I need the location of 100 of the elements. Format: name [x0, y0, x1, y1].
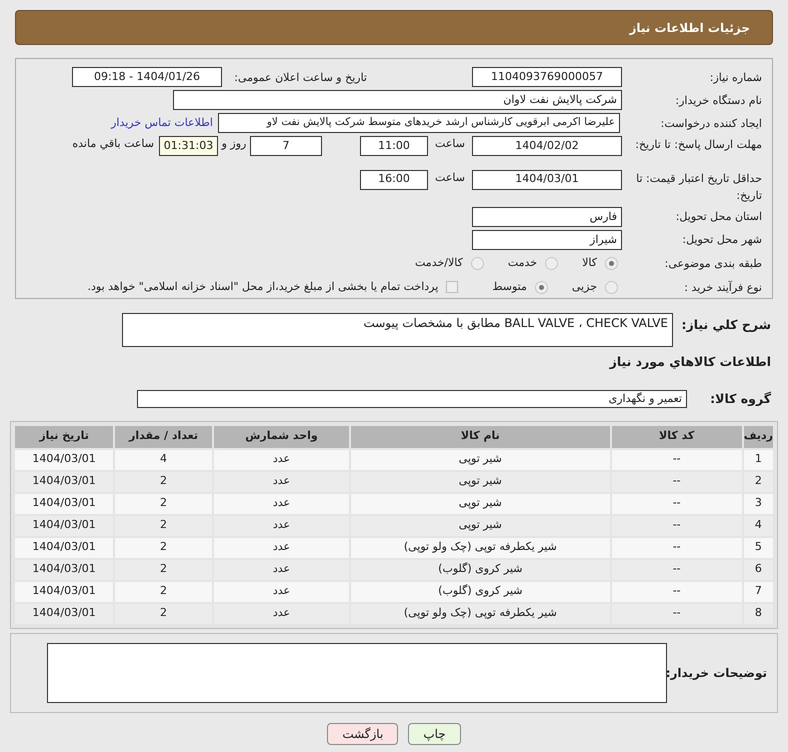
- table-cell: --: [612, 494, 742, 514]
- field-label: شهر محل تحویل:: [681, 232, 762, 248]
- radio-label: خدمت: [508, 255, 538, 272]
- radio-label: کالا: [582, 255, 597, 272]
- table-cell: عدد: [214, 582, 350, 602]
- table-cell: 8: [744, 604, 773, 624]
- table-cell: --: [612, 538, 742, 558]
- buyer-contact-link[interactable]: اطلاعات تماس خریدار: [111, 114, 213, 132]
- checkbox-label: پرداخت تمام یا بخشی از مبلغ خرید،از محل "اسناد خزانه اسلامی" خواهد بود.: [88, 279, 438, 296]
- table-cell: 2: [115, 538, 212, 558]
- table-cell: شیر توپی: [351, 472, 610, 492]
- table-cell: شیر توپی: [351, 494, 610, 514]
- radio-button[interactable]: [545, 256, 558, 270]
- table-cell: 1404/03/01: [15, 450, 114, 470]
- table-cell: شیر یکطرفه توپی (چک ولو توپی): [351, 604, 610, 624]
- field-label: ایجاد کننده درخواست:: [660, 116, 762, 132]
- table-cell: --: [612, 560, 742, 580]
- table-cell: --: [612, 472, 742, 492]
- field-label: ساعت باقي مانده: [72, 136, 154, 152]
- field-label: توضیحات خریدار:: [667, 664, 767, 682]
- field-label: ساعت: [434, 136, 466, 152]
- print-button[interactable]: چاپ: [408, 722, 461, 744]
- column-header: تعداد / مقدار: [115, 426, 212, 448]
- column-header: نام کالا: [351, 426, 610, 448]
- table-cell: شیر یکطرفه توپی (چک ولو توپی): [351, 538, 610, 558]
- text-field[interactable]: شیراز: [472, 230, 622, 250]
- column-header: تاریخ نیاز: [15, 426, 114, 448]
- table-cell: 1404/03/01: [15, 472, 114, 492]
- table-cell: عدد: [214, 538, 350, 558]
- table-cell: 1404/03/01: [15, 516, 114, 536]
- radio-label: جزیی: [572, 279, 597, 296]
- table-cell: 7: [744, 582, 773, 602]
- table-cell: 2: [115, 472, 212, 492]
- table-cell: 3: [744, 494, 773, 514]
- table-cell: شیر کروی (گلوب): [351, 582, 610, 602]
- table-cell: 2: [115, 604, 212, 624]
- table-cell: عدد: [214, 516, 350, 536]
- table-cell: 2: [115, 582, 212, 602]
- field-label: مهلت ارسال پاسخ: تا تاریخ:: [634, 137, 762, 153]
- table-cell: عدد: [214, 494, 350, 514]
- field-label: روز و: [220, 136, 248, 152]
- text-field[interactable]: 11:00: [360, 136, 428, 156]
- text-field[interactable]: شرکت پالایش نفت لاوان: [173, 90, 622, 110]
- column-header: واحد شمارش: [214, 426, 350, 448]
- radio-button[interactable]: [605, 256, 618, 270]
- text-field[interactable]: 1104093769000057: [472, 67, 622, 87]
- table-cell: عدد: [214, 560, 350, 580]
- field-label: استان محل تحویل:: [674, 209, 762, 226]
- page-title: جزئیات اطلاعات نیاز: [629, 20, 750, 36]
- text-field[interactable]: 16:00: [360, 170, 428, 190]
- table-cell: 1404/03/01: [15, 538, 114, 558]
- table-cell: 2: [115, 516, 212, 536]
- text-field[interactable]: 1404/03/01: [472, 170, 622, 190]
- table-cell: 1404/03/01: [15, 604, 114, 624]
- text-field[interactable]: 1404/02/02: [472, 136, 622, 156]
- text-field[interactable]: 7: [250, 136, 322, 156]
- checkbox[interactable]: [446, 281, 458, 294]
- table-cell: 2: [744, 472, 773, 492]
- description-textarea[interactable]: BALL VALVE ، CHECK VALVE مطابق با مشخصات پیوست: [122, 313, 673, 347]
- table-cell: 1404/03/01: [15, 560, 114, 580]
- field-label: طبقه بندی موضوعی:: [664, 256, 762, 272]
- radio-button[interactable]: [605, 280, 618, 294]
- text-field[interactable]: علیرضا اکرمی ابرقویی کارشناس ارشد خریدهای متوسط شرکت پالایش نفت لاو: [218, 113, 620, 133]
- table-cell: عدد: [214, 472, 350, 492]
- field-label: شرح كلي نياز:: [680, 316, 771, 334]
- table-cell: --: [612, 516, 742, 536]
- countdown-field[interactable]: 01:31:03: [159, 136, 218, 156]
- column-header: ردیف: [744, 426, 773, 448]
- text-field[interactable]: فارس: [472, 206, 622, 227]
- column-header: کد کالا: [612, 426, 742, 448]
- table-cell: 4: [744, 516, 773, 536]
- field-label: ساعت: [434, 170, 466, 186]
- notes-textarea[interactable]: [47, 642, 667, 702]
- table-cell: 1: [744, 450, 773, 470]
- table-cell: --: [612, 450, 742, 470]
- field-label: حداقل تاریخ اعتبار قیمت: تا تاریخ:: [635, 170, 762, 204]
- section-heading: اطلاعات كالاهاي مورد نياز: [608, 353, 772, 371]
- table-cell: عدد: [214, 450, 350, 470]
- goods-group-field[interactable]: تعمیر و نگهداری: [137, 390, 687, 408]
- table-cell: عدد: [214, 604, 350, 624]
- table-cell: شیر توپی: [351, 450, 610, 470]
- table-cell: 1404/03/01: [15, 582, 114, 602]
- field-label: شماره نیاز:: [708, 70, 762, 86]
- table-cell: --: [612, 604, 742, 624]
- text-field[interactable]: 1404/01/26 - 09:18: [72, 67, 222, 87]
- table-cell: 2: [115, 560, 212, 580]
- radio-label: کالا/خدمت: [415, 255, 463, 272]
- radio-button[interactable]: [534, 280, 548, 294]
- field-label: نام دستگاه خریدار:: [674, 92, 762, 108]
- back-button[interactable]: بازگشت: [327, 722, 398, 744]
- table-cell: 1404/03/01: [15, 494, 114, 514]
- table-cell: 4: [115, 450, 212, 470]
- table-cell: --: [612, 582, 742, 602]
- table-cell: 2: [115, 494, 212, 514]
- radio-button[interactable]: [470, 256, 484, 270]
- table-cell: شیر کروی (گلوب): [351, 560, 610, 580]
- table-cell: 6: [744, 560, 773, 580]
- field-label: نوع فرآیند خرید :: [683, 280, 762, 296]
- table-cell: شیر توپی: [351, 516, 610, 536]
- radio-label: متوسط: [492, 279, 527, 296]
